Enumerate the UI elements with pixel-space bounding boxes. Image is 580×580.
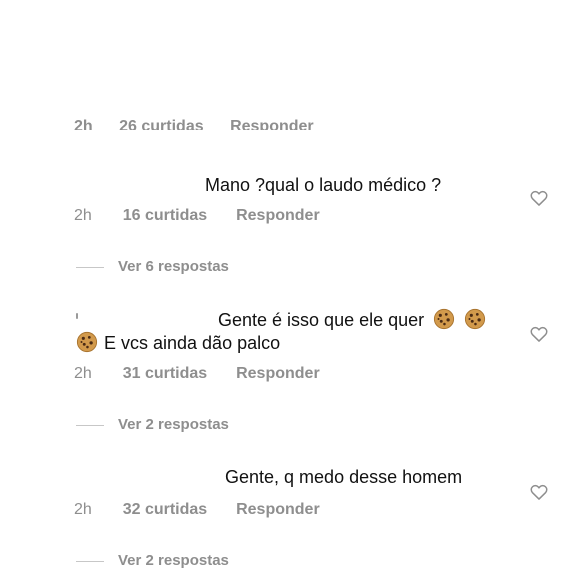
- comment-2-reply-button[interactable]: Responder: [236, 365, 320, 382]
- comment-3-text: Gente, q medo desse homem: [225, 467, 463, 487]
- comment-2-meta: 2h 31 curtidas Responder: [74, 365, 320, 383]
- cookie-emoji: [434, 308, 455, 330]
- previous-comment-likes[interactable]: 26 curtidas: [119, 118, 203, 130]
- heart-outline-icon: [530, 326, 548, 342]
- comment-2-view-replies-label: Ver 2 respostas: [118, 416, 229, 433]
- previous-comment-time: 2h: [74, 118, 93, 130]
- cookie-emoji: [465, 308, 486, 330]
- comment-2-likes[interactable]: 31 curtidas: [123, 365, 207, 382]
- comment-3-view-replies[interactable]: Ver 2 respostas: [76, 552, 229, 569]
- comment-1-meta: 2h 16 curtidas Responder: [74, 207, 320, 225]
- cookie-emoji: [76, 331, 98, 353]
- comment-3-likes[interactable]: 32 curtidas: [123, 501, 207, 518]
- comment-2-text-line-2: E vcs ainda dão palco: [104, 333, 281, 353]
- replies-divider-line: [76, 560, 104, 562]
- previous-comment-reply-button[interactable]: Responder: [230, 118, 314, 130]
- previous-comment-meta: 2h 26 curtidas Responder: [74, 112, 474, 130]
- comment-1-view-replies-label: Ver 6 respostas: [118, 258, 229, 275]
- comment-1-text: Mano ?qual o laudo médico ?: [205, 175, 442, 195]
- comment-1-time: 2h: [74, 207, 92, 224]
- comment-1-likes[interactable]: 16 curtidas: [123, 207, 207, 224]
- comment-2-indicator: [76, 313, 78, 319]
- comment-1-view-replies[interactable]: Ver 6 respostas: [76, 258, 229, 275]
- heart-outline-icon: [530, 484, 548, 500]
- comment-3-time: 2h: [74, 501, 92, 518]
- comment-1-like-button[interactable]: [529, 188, 549, 213]
- comment-2-text-line-1: Gente é isso que ele quer: [218, 310, 425, 330]
- comment-2-view-replies[interactable]: Ver 2 respostas: [76, 416, 229, 433]
- comment-1-reply-button[interactable]: Responder: [236, 207, 320, 224]
- comment-2-like-button[interactable]: [529, 324, 549, 349]
- comment-3-reply-button[interactable]: Responder: [236, 501, 320, 518]
- replies-divider-line: [76, 266, 104, 268]
- heart-outline-icon: [530, 190, 548, 206]
- replies-divider-line: [76, 424, 104, 426]
- comment-3-like-button[interactable]: [529, 482, 549, 507]
- comment-2-time: 2h: [74, 365, 92, 382]
- comment-2-line-2: E vcs ainda dão palco: [76, 328, 280, 358]
- comment-3-meta: 2h 32 curtidas Responder: [74, 501, 320, 519]
- comment-3-view-replies-label: Ver 2 respostas: [118, 552, 229, 569]
